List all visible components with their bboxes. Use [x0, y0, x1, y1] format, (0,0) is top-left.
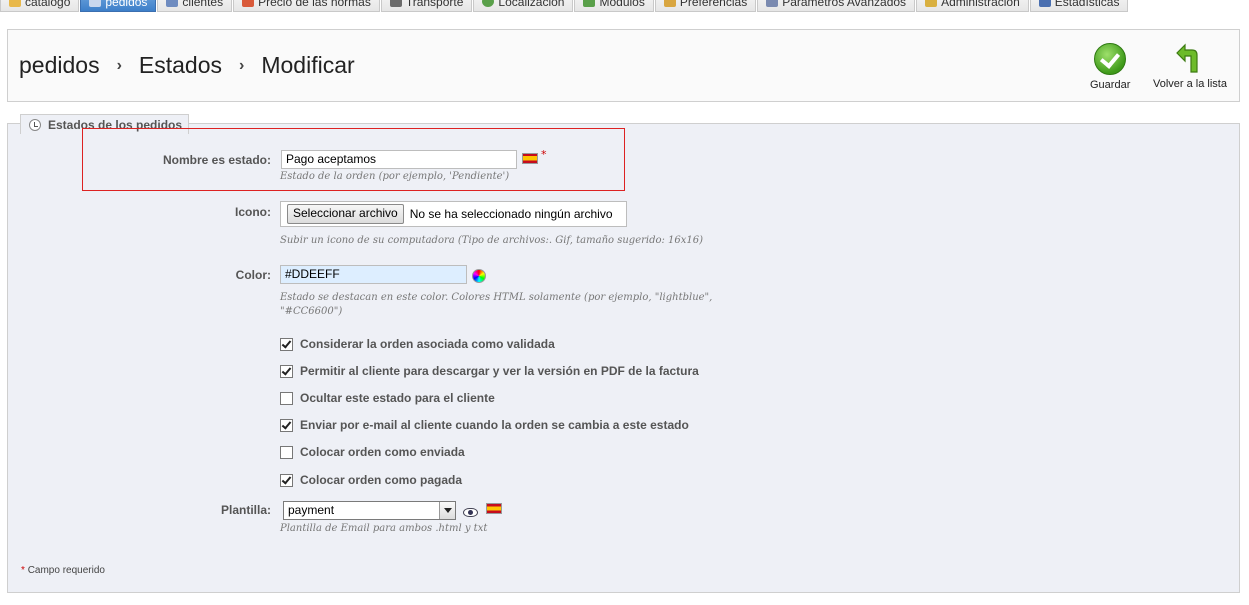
- wrench-icon: [766, 0, 779, 7]
- checkbox-row-hidden[interactable]: Ocultar este estado para el cliente: [280, 391, 495, 405]
- tab-transporte[interactable]: Transporte: [380, 0, 473, 12]
- checkbox-row-validated[interactable]: Considerar la orden asociada como valida…: [280, 337, 555, 351]
- tab-preferencias[interactable]: Preferencias: [654, 0, 757, 12]
- back-to-list-button[interactable]: Volver a la lista: [1153, 43, 1227, 90]
- tab-label: Módulos: [599, 0, 645, 9]
- checkbox-label: Enviar por e-mail al cliente cuando la o…: [300, 418, 689, 432]
- tab-label: pedidos: [105, 0, 148, 9]
- tab-precio-normas[interactable]: Precio de las normas: [233, 0, 380, 12]
- tab-estadisticas[interactable]: Estadísticas: [1029, 0, 1129, 12]
- fieldset-legend: Estados de los pedidos: [20, 114, 190, 134]
- color-hint-line-2: "#CC6600"): [280, 306, 343, 317]
- spain-flag-icon[interactable]: [486, 503, 502, 514]
- globe-icon: [482, 0, 495, 7]
- breadcrumb-separator: ›: [116, 56, 122, 74]
- tab-label: Transporte: [405, 0, 464, 9]
- users-icon: [166, 0, 179, 7]
- checkbox-label: Colocar orden como enviada: [300, 445, 465, 459]
- state-name-label: Nombre es estado:: [162, 153, 271, 167]
- color-input[interactable]: #DDEEFF: [280, 265, 467, 284]
- color-hint-line-1: Estado se destacan en este color. Colore…: [280, 292, 713, 303]
- back-button-label: Volver a la lista: [1153, 78, 1227, 90]
- validated-checkbox[interactable]: [280, 337, 293, 351]
- order-state-form: [7, 123, 1240, 593]
- page-header: pedidos › Estados › Modificar Guardar Vo…: [7, 29, 1240, 102]
- main-nav-tabs: catálogo pedidos clientes Precio de las …: [0, 0, 1249, 12]
- tab-label: Estadísticas: [1054, 0, 1120, 9]
- tab-pedidos[interactable]: pedidos: [80, 0, 157, 12]
- breadcrumb-item-estados[interactable]: Estados: [139, 52, 222, 79]
- template-select[interactable]: payment: [283, 501, 456, 520]
- choose-file-button[interactable]: Seleccionar archivo: [287, 204, 404, 224]
- save-button[interactable]: Guardar: [1090, 43, 1130, 91]
- preview-eye-icon[interactable]: [463, 508, 478, 517]
- tab-label: catálogo: [25, 0, 71, 9]
- spain-flag-icon[interactable]: [522, 153, 538, 164]
- template-hint: Plantilla de Email para ambos .html y tx…: [280, 523, 488, 534]
- checkbox-row-paid[interactable]: Colocar orden como pagada: [280, 473, 462, 487]
- state-name-hint: Estado de la orden (por ejemplo, 'Pendie…: [280, 171, 510, 182]
- tab-label: Parámetros Avanzados: [782, 0, 907, 9]
- folder-icon: [9, 0, 21, 7]
- checkbox-label: Considerar la orden asociada como valida…: [300, 337, 555, 351]
- state-name-input[interactable]: Pago aceptamos: [281, 150, 517, 169]
- chevron-down-icon[interactable]: [439, 502, 455, 519]
- template-selected-value: payment: [288, 503, 335, 517]
- save-button-label: Guardar: [1090, 79, 1131, 91]
- required-marker: *: [541, 148, 547, 161]
- template-label: Plantilla:: [220, 503, 271, 517]
- checkbox-label: Ocultar este estado para el cliente: [300, 391, 495, 405]
- checkbox-row-send-email[interactable]: Enviar por e-mail al cliente cuando la o…: [280, 418, 689, 432]
- tab-modulos[interactable]: Módulos: [574, 0, 654, 12]
- tab-clientes[interactable]: clientes: [157, 0, 233, 12]
- icon-label: Icono:: [235, 205, 271, 219]
- breadcrumb: pedidos › Estados › Modificar: [19, 52, 355, 79]
- breadcrumb-item-pedidos[interactable]: pedidos: [19, 52, 100, 79]
- paid-checkbox[interactable]: [280, 473, 293, 487]
- required-field-note: * Campo requerido: [21, 565, 105, 576]
- checkbox-row-shipped[interactable]: Colocar orden como enviada: [280, 445, 465, 459]
- required-note-text: Campo requerido: [27, 565, 105, 576]
- checkbox-label: Colocar orden como pagada: [300, 473, 463, 487]
- tab-parametros-avanzados[interactable]: Parámetros Avanzados: [757, 0, 916, 12]
- shipped-checkbox[interactable]: [280, 445, 293, 459]
- invoice-pdf-checkbox[interactable]: [280, 364, 293, 378]
- color-label: Color:: [235, 268, 271, 282]
- file-status-text: No se ha seleccionado ningún archivo: [409, 207, 613, 221]
- legend-text: Estados de los pedidos: [48, 117, 183, 132]
- tab-label: Preferencias: [679, 0, 748, 9]
- hidden-checkbox[interactable]: [280, 391, 293, 405]
- tab-catalogo[interactable]: catálogo: [0, 0, 80, 12]
- icon-hint: Subir un icono de su computadora (Tipo d…: [280, 235, 704, 246]
- cart-icon: [89, 0, 102, 7]
- tab-label: Administración: [941, 0, 1020, 9]
- required-star: *: [21, 565, 25, 576]
- tab-label: Precio de las normas: [258, 0, 371, 9]
- clock-icon: [29, 118, 41, 131]
- checkmark-icon: [1094, 43, 1127, 75]
- breadcrumb-separator: ›: [239, 56, 245, 74]
- breadcrumb-item-modificar: Modificar: [261, 52, 355, 78]
- price-tag-icon: [242, 0, 255, 7]
- color-hint: Estado se destacan en este color. Colore…: [280, 291, 712, 319]
- checkbox-row-invoice-pdf[interactable]: Permitir al cliente para descargar y ver…: [280, 364, 699, 378]
- color-picker-icon[interactable]: [472, 269, 486, 283]
- tab-localizacion[interactable]: Localización: [473, 0, 574, 12]
- checkbox-label: Permitir al cliente para descargar y ver…: [300, 364, 699, 378]
- icon-file-input[interactable]: Seleccionar archivo No se ha seleccionad…: [280, 201, 627, 227]
- tab-label: clientes: [182, 0, 224, 9]
- puzzle-icon: [583, 0, 596, 7]
- tab-label: Localización: [498, 0, 565, 9]
- truck-icon: [389, 0, 402, 7]
- stats-icon: [1038, 0, 1051, 7]
- preferences-icon: [663, 0, 676, 7]
- tab-administracion[interactable]: Administración: [916, 0, 1029, 12]
- send-email-checkbox[interactable]: [280, 418, 293, 432]
- back-arrow-icon: [1176, 43, 1198, 73]
- key-icon: [925, 0, 938, 7]
